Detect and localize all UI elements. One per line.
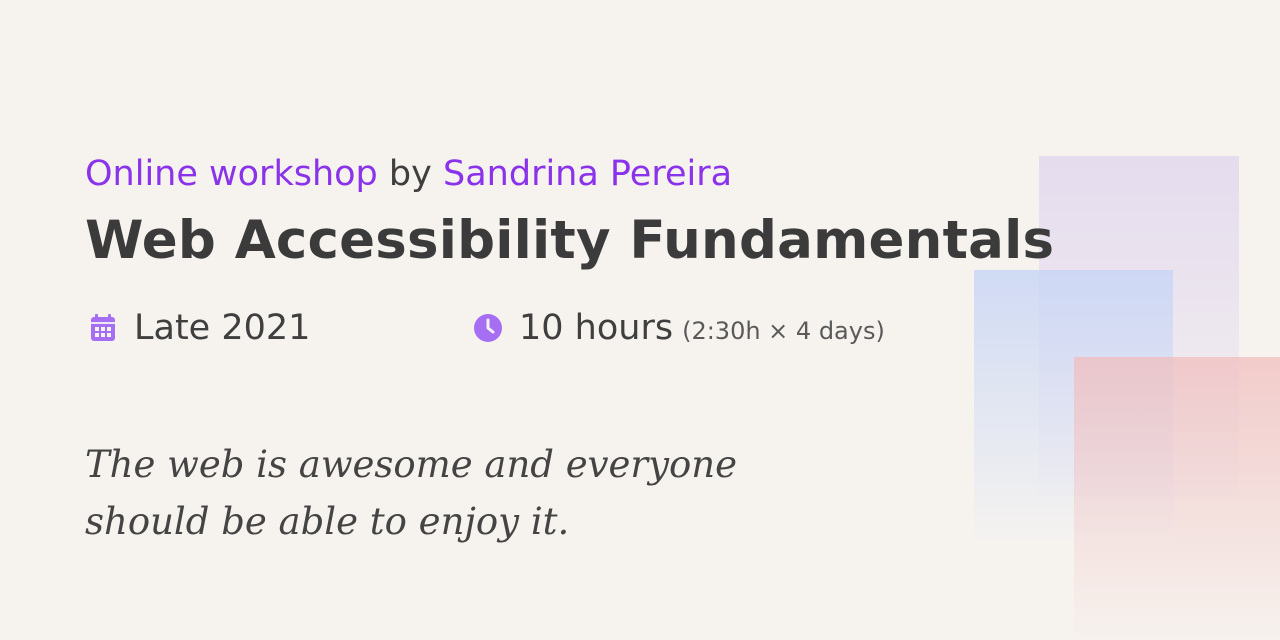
tagline-line-2: should be able to enjoy it. [85,500,570,543]
event-type: Online workshop [85,154,378,194]
date-text: Late 2021 [134,308,311,348]
workshop-card: Online workshop by Sandrina Pereira Web … [85,150,1055,550]
decorative-pink-panel [1074,357,1280,640]
tagline: The web is awesome and everyone should b… [85,436,765,550]
tagline-line-1: The web is awesome and everyone [85,443,738,486]
duration-info: 10 hours (2:30h × 4 days) [474,304,885,352]
decorative-blue-panel [974,270,1173,540]
decorative-lavender-panel [1039,156,1239,496]
calendar-icon [89,314,117,342]
byline: Online workshop by Sandrina Pereira [85,150,985,198]
byline-connector: by [388,154,432,194]
clock-icon [474,314,502,342]
author-name: Sandrina Pereira [443,154,733,194]
workshop-title: Web Accessibility Fundamentals [85,210,1055,271]
date-info: Late 2021 [89,304,310,352]
workshop-meta: Late 2021 10 hours (2:30h × 4 days) [85,304,985,352]
duration-text: 10 hours [519,308,674,348]
duration-detail: (2:30h × 4 days) [682,317,885,345]
